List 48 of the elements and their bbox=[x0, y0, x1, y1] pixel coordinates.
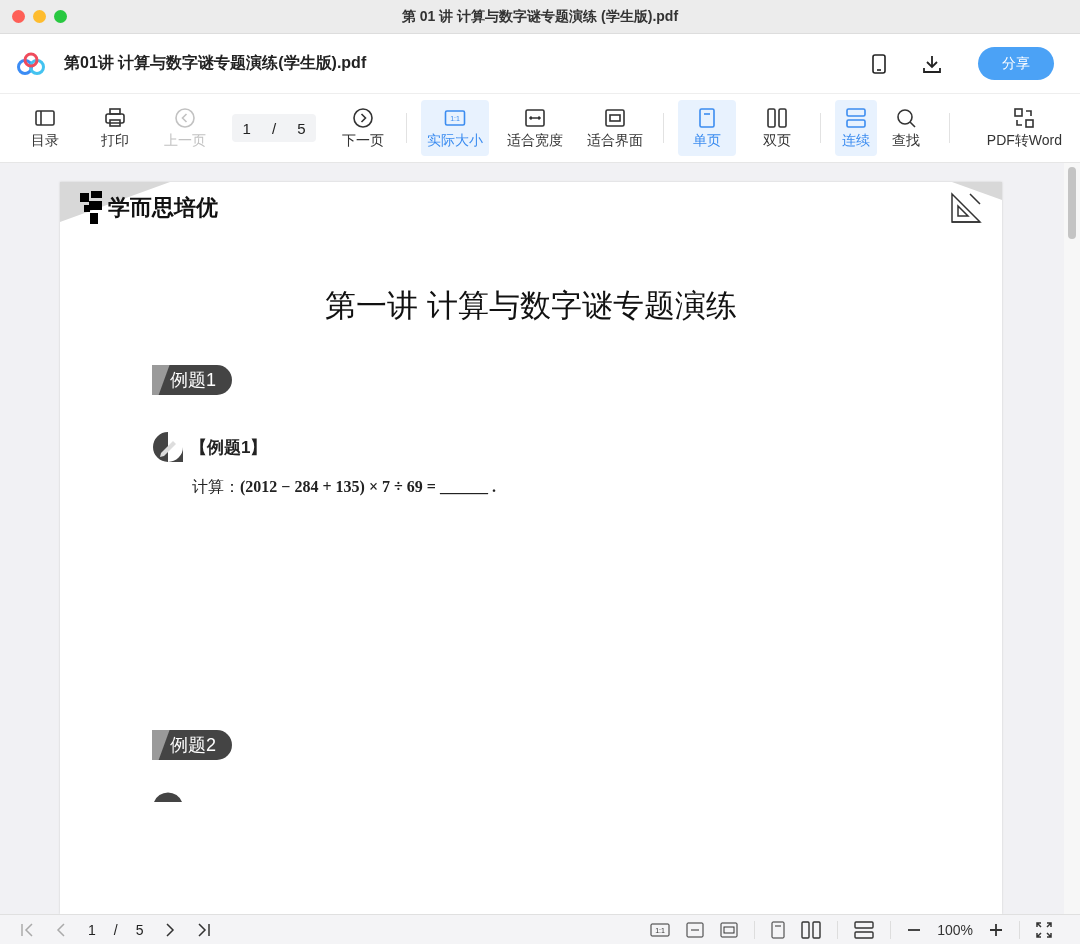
single-page-icon bbox=[696, 106, 718, 129]
section-badge: 例题1 bbox=[152, 365, 232, 395]
fit-page-button[interactable]: 适合界面 bbox=[581, 100, 649, 156]
document-title: 第一讲 计算与数字谜专题演练 bbox=[324, 287, 738, 325]
download-icon[interactable] bbox=[922, 53, 942, 74]
double-page-icon bbox=[766, 106, 788, 129]
right-arrow-circle-icon bbox=[352, 106, 374, 129]
fit-width-icon bbox=[524, 106, 546, 129]
search-icon bbox=[895, 106, 917, 129]
next-page-button[interactable]: 下一页 bbox=[334, 100, 392, 156]
fit-page-icon[interactable] bbox=[720, 921, 739, 938]
page-separator: / bbox=[113, 921, 118, 938]
fullscreen-icon[interactable] bbox=[1036, 921, 1052, 938]
toc-button[interactable]: 目录 bbox=[16, 100, 74, 156]
problem-question: 计算：(2012 − 284 + 135) × 7 ÷ 69 = ______ . bbox=[192, 477, 497, 498]
total-pages: 5 bbox=[135, 921, 144, 938]
pdf-to-word-button[interactable]: PDF转Word bbox=[980, 100, 1068, 156]
fit-width-icon[interactable] bbox=[686, 921, 705, 938]
phone-icon[interactable] bbox=[872, 53, 886, 74]
convert-arrows-icon bbox=[1013, 106, 1036, 129]
zoom-level: 100% bbox=[937, 921, 973, 938]
zoom-in-icon[interactable] bbox=[989, 922, 1003, 937]
cloud-logo-icon bbox=[16, 51, 46, 76]
problem-heading: 【例题1】 bbox=[190, 436, 268, 459]
close-button[interactable] bbox=[12, 10, 25, 23]
double-page-button[interactable]: 双页 bbox=[748, 100, 806, 156]
set-square-icon bbox=[950, 192, 982, 224]
scrollbar-thumb[interactable] bbox=[1068, 167, 1076, 239]
single-page-icon[interactable] bbox=[771, 920, 786, 939]
search-button[interactable]: 查找 bbox=[877, 100, 935, 156]
printer-icon bbox=[104, 106, 126, 129]
last-page-icon[interactable] bbox=[195, 921, 212, 938]
fit-page-icon bbox=[604, 106, 626, 129]
page-corner-drawing bbox=[952, 182, 1002, 200]
brand-name: 学而思培优 bbox=[108, 194, 218, 222]
stacked-pages-icon bbox=[845, 106, 867, 129]
current-page[interactable]: 1 bbox=[88, 921, 96, 938]
stacked-pages-icon[interactable] bbox=[854, 920, 875, 939]
brand-logo-icon bbox=[80, 191, 104, 225]
print-button[interactable]: 打印 bbox=[86, 100, 144, 156]
section-badge: 例题2 bbox=[152, 730, 232, 760]
left-arrow-circle-icon bbox=[174, 106, 196, 129]
fit-width-button[interactable]: 适合宽度 bbox=[501, 100, 569, 156]
window-title: 第 01 讲 计算与数字谜专题演练 (学生版).pdf bbox=[400, 7, 680, 26]
double-page-icon[interactable] bbox=[801, 920, 822, 939]
pencil-icon bbox=[152, 431, 184, 463]
file-name: 第01讲 计算与数字谜专题演练(学生版).pdf bbox=[64, 53, 367, 73]
page-number-field[interactable]: 1 / 5 bbox=[232, 114, 316, 142]
